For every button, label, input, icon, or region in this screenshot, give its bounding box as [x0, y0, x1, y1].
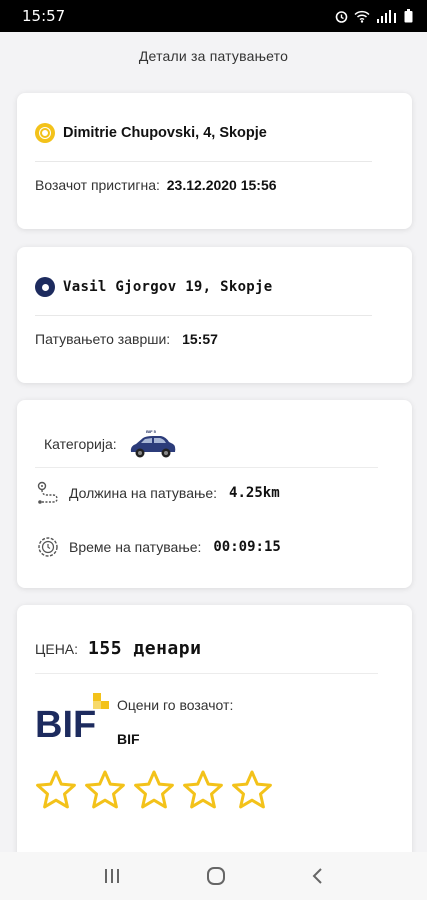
price-label: ЦЕНА: [35, 641, 79, 657]
svg-text:BIF 5: BIF 5 [146, 429, 157, 434]
trip-length-value: 4.25km [229, 485, 280, 501]
trip-length-label: Должина на патување: [69, 485, 218, 501]
back-icon[interactable] [311, 867, 325, 885]
star-icon[interactable] [231, 769, 273, 811]
pickup-arrival-row: Возачот пристигна: 23.12.2020 15:56 [35, 177, 277, 193]
bif-logo-text: BIF [35, 704, 96, 741]
home-icon[interactable] [206, 866, 226, 886]
pickup-address-row: Dimitrie Chupovski, 4, Skopje [35, 123, 267, 143]
divider [35, 673, 378, 674]
wifi-icon [354, 10, 370, 23]
trip-info-card: Категорија: BIF 5 Должина на патување: 4… [17, 400, 412, 588]
price-value: 155 денари [88, 638, 202, 659]
trip-duration-label: Време на патување: [69, 539, 202, 555]
status-time: 15:57 [22, 7, 66, 25]
dropoff-pin-icon [35, 277, 55, 297]
dropoff-finish-value: 15:57 [182, 331, 218, 347]
battery-icon [404, 9, 413, 23]
dropoff-address: Vasil Gjorgov 19, Skopje [63, 279, 273, 295]
page-title: Детали за патувањето [138, 48, 289, 64]
car-icon: BIF 5 [130, 429, 175, 458]
star-icon[interactable] [84, 769, 126, 811]
alarm-icon [335, 10, 348, 23]
star-icon[interactable] [133, 769, 175, 811]
status-icons [335, 9, 413, 23]
status-bar: 15:57 [0, 0, 427, 32]
divider [35, 315, 372, 316]
star-icon[interactable] [182, 769, 224, 811]
category-row: Категорија: BIF 5 [44, 428, 177, 460]
trip-duration-value: 00:09:15 [213, 539, 281, 555]
category-label: Категорија: [44, 436, 117, 452]
dropoff-finish-label: Патувањето заврши: [35, 331, 171, 347]
pickup-arrival-label: Возачот пристигна: [35, 177, 160, 193]
trip-duration-row: Време на патување: 00:09:15 [35, 534, 281, 560]
dropoff-address-row: Vasil Gjorgov 19, Skopje [35, 277, 273, 297]
dropoff-finish-row: Патувањето заврши: 15:57 [35, 331, 218, 347]
dropoff-card: Vasil Gjorgov 19, Skopje Патувањето завр… [17, 247, 412, 383]
trip-length-row: Должина на патување: 4.25km [35, 480, 280, 506]
pickup-pin-icon [35, 123, 55, 143]
rating-stars [35, 769, 273, 811]
clock-icon [38, 537, 58, 557]
pickup-address: Dimitrie Chupovski, 4, Skopje [63, 125, 267, 141]
pickup-arrival-value: 23.12.2020 15:56 [166, 177, 277, 193]
divider [35, 161, 372, 162]
recent-apps-icon[interactable] [103, 868, 121, 884]
company-name: BIF [117, 731, 140, 747]
price-card: ЦЕНА: 155 денари BIF Оцени го возачот: B… [17, 605, 412, 875]
signal-icon [377, 9, 396, 23]
divider [35, 467, 378, 468]
pickup-card: Dimitrie Chupovski, 4, Skopje Возачот пр… [17, 93, 412, 229]
bif-logo: BIF [35, 693, 109, 741]
price-row: ЦЕНА: 155 денари [35, 638, 201, 659]
rate-driver-label: Оцени го возачот: [117, 697, 234, 713]
system-nav-bar [0, 852, 427, 900]
route-icon [37, 481, 58, 504]
star-icon[interactable] [35, 769, 77, 811]
